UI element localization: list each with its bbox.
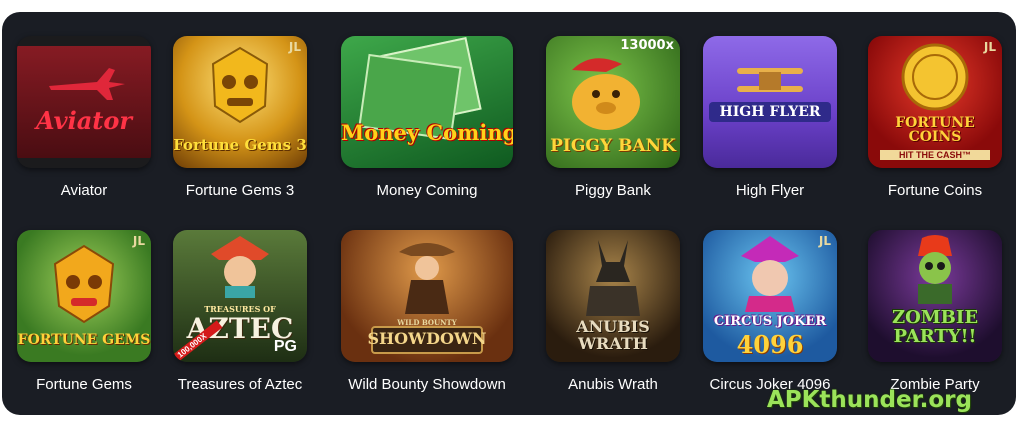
game-thumbnail: JL FORTUNE GEMS: [17, 230, 151, 362]
game-tile-money-coming[interactable]: Money Coming Money Coming: [341, 36, 513, 199]
game-thumbnail: WILD BOUNTY SHOWDOWN: [341, 230, 513, 362]
game-title: Money Coming: [376, 182, 478, 199]
game-logo-text: Money Coming: [341, 120, 513, 145]
game-thumbnail: Money Coming: [341, 36, 513, 168]
game-title: Fortune Gems 3: [185, 182, 295, 199]
game-title: Fortune Coins: [887, 182, 983, 199]
game-title: Piggy Bank: [575, 182, 651, 199]
game-logo-text: SHOWDOWN: [367, 329, 487, 348]
game-title: Aviator: [60, 182, 108, 199]
anubis-icon: [586, 240, 640, 316]
game-title: Wild Bounty Showdown: [348, 376, 506, 393]
provider-badge: JL: [132, 234, 145, 248]
game-tile-treasures-of-aztec[interactable]: TREASURES OF AZTEC PG 100,000X Treasures…: [173, 230, 307, 393]
game-logo-number: 4096: [736, 330, 804, 359]
game-tile-anubis-wrath[interactable]: ANUBIS WRATH Anubis Wrath: [546, 230, 680, 393]
game-logo-text: Aviator: [36, 106, 132, 135]
game-tile-fortune-coins[interactable]: JL FORTUNE COINS HIT THE CASH™ Fortune C…: [868, 36, 1002, 199]
game-tagline: HIT THE CASH™: [880, 150, 990, 160]
game-thumbnail: Aviator: [17, 36, 151, 168]
game-logo-text: ANUBIS WRATH: [576, 317, 650, 353]
game-thumbnail: 13000x PIGGY BANK: [546, 36, 680, 168]
provider-badge: JL: [818, 234, 831, 248]
game-tile-fortune-gems-3[interactable]: JL Fortune Gems 3 Fortune Gems 3: [173, 36, 307, 199]
airplane-icon: [49, 68, 125, 100]
provider-badge: JL: [288, 40, 301, 54]
game-tile-fortune-gems[interactable]: JL FORTUNE GEMS Fortune Gems: [17, 230, 151, 393]
piggy-icon: [572, 58, 640, 130]
game-tile-zombie-party[interactable]: ZOMBIE PARTY!! Zombie Party: [868, 230, 1002, 393]
game-tile-wild-bounty-showdown[interactable]: WILD BOUNTY SHOWDOWN Wild Bounty Showdow…: [341, 230, 513, 393]
cowgirl-icon: [399, 243, 455, 314]
game-thumbnail: JL Fortune Gems 3: [173, 36, 307, 168]
game-thumbnail: ZOMBIE PARTY!!: [868, 230, 1002, 362]
game-tile-piggy-bank[interactable]: 13000x PIGGY BANK Piggy Bank: [546, 36, 680, 199]
aztec-character-icon: [211, 236, 269, 298]
provider-badge: JL: [983, 40, 996, 54]
biplane-icon: [737, 68, 803, 92]
zombie-icon: [918, 235, 952, 304]
game-title: Fortune Gems: [36, 376, 132, 393]
site-watermark: APKthunder.org: [766, 387, 972, 413]
game-title: Treasures of Aztec: [177, 376, 303, 393]
game-thumbnail: ANUBIS WRATH: [546, 230, 680, 362]
gold-coin-icon: [901, 43, 969, 111]
provider-tag: PG: [273, 338, 297, 355]
game-thumbnail: JL CIRCUS JOKER 4096: [703, 230, 837, 362]
game-logo-text: FORTUNE COINS: [895, 115, 975, 145]
game-thumbnail: TREASURES OF AZTEC PG 100,000X: [173, 230, 307, 362]
game-logo-text: CIRCUS JOKER: [713, 314, 827, 329]
game-thumbnail: JL FORTUNE COINS HIT THE CASH™: [868, 36, 1002, 168]
game-logo-text: FORTUNE GEMS: [17, 332, 151, 348]
game-logo-text: PIGGY BANK: [550, 136, 676, 156]
game-logo-text: ZOMBIE PARTY!!: [891, 307, 979, 347]
game-thumbnail: HIGH FLYER: [703, 36, 837, 168]
joker-icon: [741, 236, 799, 312]
game-logo-text: Fortune Gems 3: [173, 136, 307, 154]
golden-mask-icon: [211, 46, 269, 124]
game-tile-aviator[interactable]: Aviator Aviator: [17, 36, 151, 199]
game-tile-high-flyer[interactable]: HIGH FLYER High Flyer: [703, 36, 837, 199]
golden-mask-icon: [53, 244, 115, 324]
game-tile-circus-joker-4096[interactable]: JL CIRCUS JOKER 4096 Circus Joker 4096: [703, 230, 837, 393]
game-title: Anubis Wrath: [568, 376, 658, 393]
game-logo-text: HIGH FLYER: [719, 104, 821, 120]
game-title: High Flyer: [735, 182, 805, 199]
